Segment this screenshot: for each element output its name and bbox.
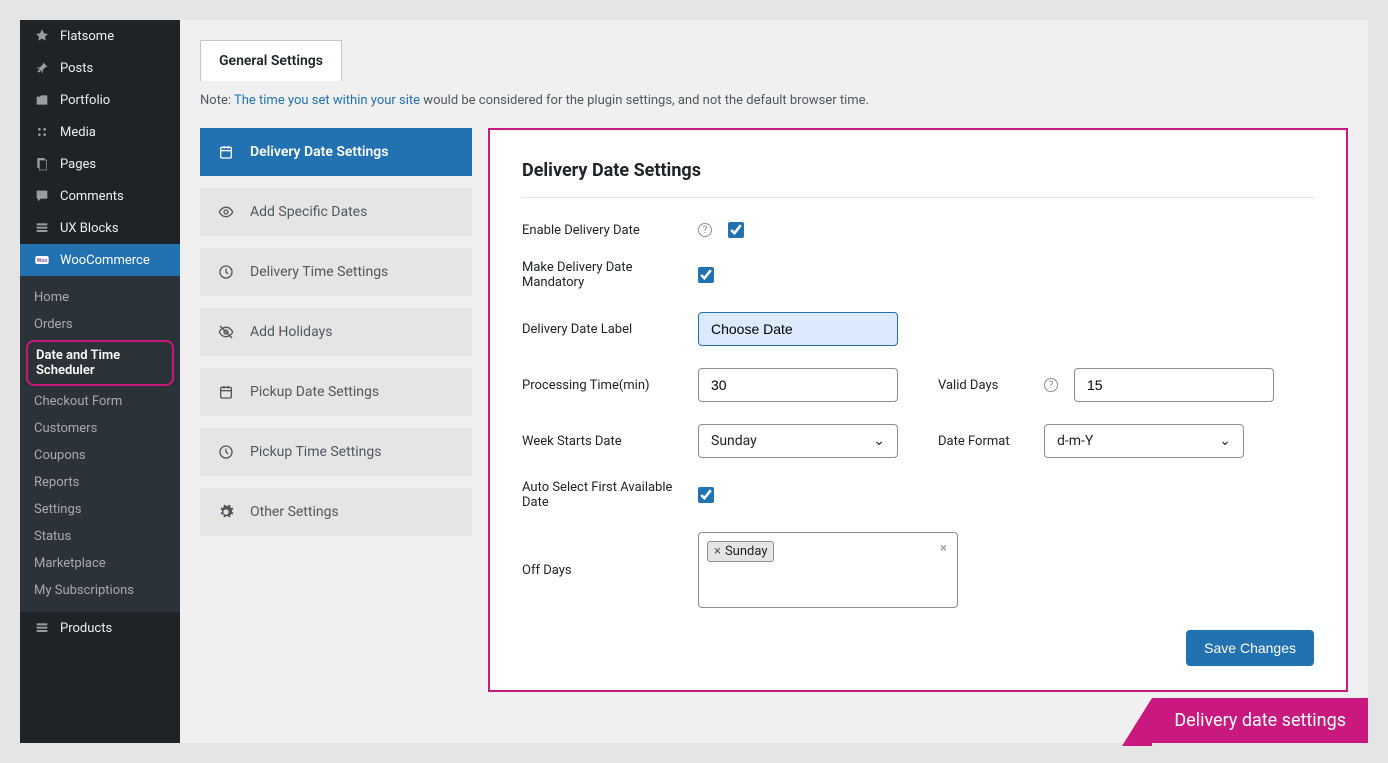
sidebar-item-products[interactable]: Products [20, 612, 180, 644]
processing-time-label: Processing Time(min) [522, 378, 682, 393]
date-format-label: Date Format [938, 434, 1028, 449]
help-icon[interactable]: ? [698, 223, 712, 237]
note-link[interactable]: The time you set within your site [234, 93, 420, 108]
submenu-item-reports[interactable]: Reports [20, 469, 180, 496]
svg-text:Woo: Woo [37, 258, 48, 264]
block-icon [32, 220, 52, 236]
nav-delivery-time-settings[interactable]: Delivery Time Settings [200, 248, 472, 296]
media-icon [32, 124, 52, 140]
week-start-select[interactable]: Sunday ⌄ [698, 424, 898, 458]
sidebar-item-portfolio[interactable]: Portfolio [20, 84, 180, 116]
submenu-item-coupons[interactable]: Coupons [20, 442, 180, 469]
nav-label: Add Specific Dates [250, 204, 367, 220]
off-days-tags[interactable]: ×Sunday × [698, 532, 958, 608]
settings-panel: Delivery Date Settings Enable Delivery D… [488, 128, 1348, 692]
sidebar-item-woocommerce[interactable]: Woo WooCommerce [20, 244, 180, 276]
nav-label: Delivery Time Settings [250, 264, 388, 280]
sidebar-item-label: UX Blocks [60, 221, 119, 236]
sidebar-item-comments[interactable]: Comments [20, 180, 180, 212]
settings-nav: Delivery Date Settings Add Specific Dates… [200, 128, 472, 548]
sidebar-item-ux-blocks[interactable]: UX Blocks [20, 212, 180, 244]
calendar-icon [218, 144, 236, 160]
week-start-label: Week Starts Date [522, 434, 682, 449]
sidebar-item-label: Flatsome [60, 29, 114, 44]
submenu-item-my-subscriptions[interactable]: My Subscriptions [20, 577, 180, 604]
clock-icon [218, 264, 236, 280]
submenu-item-orders[interactable]: Orders [20, 311, 180, 338]
nav-label: Add Holidays [250, 324, 332, 340]
sidebar-item-label: Products [60, 621, 112, 636]
sidebar-item-pages[interactable]: Pages [20, 148, 180, 180]
sidebar-item-label: Pages [60, 157, 96, 172]
submenu-item-settings[interactable]: Settings [20, 496, 180, 523]
eye-slash-icon [218, 324, 236, 340]
sidebar-item-posts[interactable]: Posts [20, 52, 180, 84]
date-label-input[interactable] [698, 312, 898, 346]
sidebar-item-media[interactable]: Media [20, 116, 180, 148]
clock-icon [218, 444, 236, 460]
pin-icon [32, 60, 52, 76]
admin-sidebar: Flatsome Posts Portfolio Media Pages Comments… [20, 20, 180, 743]
submenu-item-status[interactable]: Status [20, 523, 180, 550]
nav-label: Pickup Date Settings [250, 384, 379, 400]
note-text: Note: The time you set within your site … [200, 81, 1348, 128]
auto-select-checkbox[interactable] [698, 487, 714, 503]
enable-delivery-checkbox[interactable] [728, 222, 744, 238]
sidebar-item-label: Media [60, 125, 96, 140]
valid-days-label: Valid Days [938, 378, 1028, 393]
enable-delivery-label: Enable Delivery Date [522, 223, 682, 238]
mandatory-checkbox[interactable] [698, 267, 714, 283]
comment-icon [32, 188, 52, 204]
valid-days-input[interactable] [1074, 368, 1274, 402]
main-content: General Settings Note: The time you set … [180, 20, 1368, 743]
processing-time-input[interactable] [698, 368, 898, 402]
sidebar-item-label: Portfolio [60, 93, 110, 108]
tab-general-settings[interactable]: General Settings [200, 40, 342, 81]
calendar-icon [218, 384, 236, 400]
chevron-down-icon: ⌄ [1219, 433, 1231, 449]
submenu-item-home[interactable]: Home [20, 284, 180, 311]
woocommerce-submenu: HomeOrdersDate and Time SchedulerCheckou… [20, 276, 180, 612]
clear-tags-icon[interactable]: × [940, 541, 947, 556]
nav-other-settings[interactable]: Other Settings [200, 488, 472, 536]
nav-add-holidays[interactable]: Add Holidays [200, 308, 472, 356]
auto-select-label: Auto Select First Available Date [522, 480, 682, 510]
nav-label: Other Settings [250, 504, 339, 520]
flatsome-icon [32, 28, 52, 44]
caption-banner: Delivery date settings [1152, 698, 1368, 743]
off-days-label: Off Days [522, 563, 682, 578]
nav-label: Delivery Date Settings [250, 144, 388, 160]
woocommerce-icon: Woo [32, 252, 52, 268]
submenu-item-checkout-form[interactable]: Checkout Form [20, 388, 180, 415]
sidebar-item-label: Posts [60, 61, 93, 76]
nav-label: Pickup Time Settings [250, 444, 382, 460]
help-icon[interactable]: ? [1044, 378, 1058, 392]
submenu-item-marketplace[interactable]: Marketplace [20, 550, 180, 577]
sidebar-item-label: Comments [60, 189, 124, 204]
remove-tag-icon[interactable]: × [714, 544, 721, 559]
nav-pickup-time-settings[interactable]: Pickup Time Settings [200, 428, 472, 476]
sidebar-item-label: WooCommerce [60, 253, 150, 268]
nav-delivery-date-settings[interactable]: Delivery Date Settings [200, 128, 472, 176]
save-changes-button[interactable]: Save Changes [1186, 630, 1314, 666]
gear-icon [218, 504, 236, 520]
products-icon [32, 620, 52, 636]
chevron-down-icon: ⌄ [873, 433, 885, 449]
portfolio-icon [32, 92, 52, 108]
nav-add-specific-dates[interactable]: Add Specific Dates [200, 188, 472, 236]
date-format-select[interactable]: d-m-Y ⌄ [1044, 424, 1244, 458]
tag-sunday[interactable]: ×Sunday [707, 541, 774, 562]
panel-heading: Delivery Date Settings [522, 160, 1314, 198]
eye-icon [218, 204, 236, 220]
nav-pickup-date-settings[interactable]: Pickup Date Settings [200, 368, 472, 416]
sidebar-item-flatsome[interactable]: Flatsome [20, 20, 180, 52]
date-label-label: Delivery Date Label [522, 322, 682, 337]
submenu-item-customers[interactable]: Customers [20, 415, 180, 442]
submenu-item-date-and-time-scheduler[interactable]: Date and Time Scheduler [26, 340, 174, 386]
page-icon [32, 156, 52, 172]
mandatory-label: Make Delivery Date Mandatory [522, 260, 682, 290]
